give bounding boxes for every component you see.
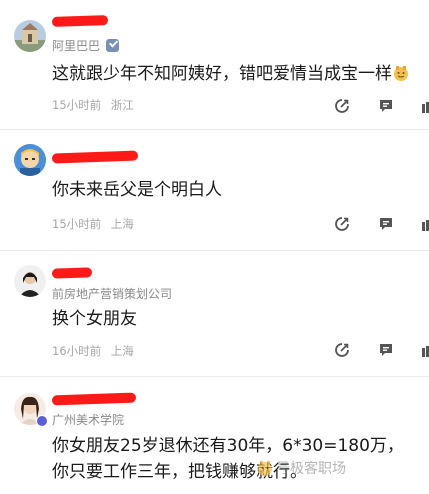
comment-item: 你未来岳父是个明白人 15小时前 上海	[0, 130, 429, 250]
comment-item: 前房地产营销策划公司 换个女朋友 16小时前 上海	[0, 251, 429, 376]
like-icon[interactable]	[422, 98, 429, 114]
watermark-text: 号极客职场	[276, 461, 346, 477]
comment-meta: 16小时前 上海	[52, 343, 134, 359]
organization-label: 阿里巴巴	[52, 39, 101, 53]
comment-item: 阿里巴巴 这就跟少年不知阿姨好，错吧爱情当成宝一样 15小时前 浙江	[0, 0, 429, 128]
like-icon[interactable]	[422, 216, 429, 232]
share-icon[interactable]	[334, 216, 350, 232]
username-redacted	[51, 15, 109, 27]
member-badge-icon	[36, 415, 48, 427]
comment-icon[interactable]	[378, 216, 394, 232]
comment-meta: 15小时前 浙江	[52, 97, 134, 113]
comment-text: 换个女朋友	[52, 306, 423, 333]
comment-location: 上海	[110, 217, 134, 231]
comment-text: 你未来岳父是个明白人	[52, 177, 423, 204]
user-organization: 前房地产营销策划公司	[52, 285, 172, 302]
watermark-logo-icon	[258, 461, 272, 476]
comment-text-content: 换个女朋友	[52, 309, 137, 329]
like-icon[interactable]	[422, 342, 429, 358]
user-organization: 阿里巴巴	[52, 37, 120, 54]
comment-location: 浙江	[110, 98, 134, 112]
comment-time: 15小时前	[52, 217, 102, 231]
comment-text: 你女朋友25岁退休还有30年，6*30=180万，	[52, 433, 423, 460]
comment-text-line-1: 你女朋友25岁退休还有30年，6*30=180万，	[52, 436, 404, 456]
organization-label: 前房地产营销策划公司	[52, 287, 173, 301]
emoji-icon	[394, 66, 408, 81]
comment-time: 15小时前	[52, 98, 102, 112]
comment-actions	[330, 216, 429, 232]
watermark: 号极客职场	[256, 458, 346, 478]
user-organization: 广州美术学院	[52, 411, 124, 428]
share-icon[interactable]	[334, 98, 350, 114]
comment-location: 上海	[110, 344, 134, 358]
username-redacted	[51, 150, 139, 164]
user-avatar[interactable]	[14, 265, 46, 297]
username-redacted	[51, 392, 137, 406]
username-redacted	[51, 267, 93, 279]
share-icon[interactable]	[334, 342, 350, 358]
comment-item: 广州美术学院 你女朋友25岁退休还有30年，6*30=180万， 你只要工作三年…	[0, 377, 429, 494]
comment-actions	[330, 342, 429, 358]
comment-text: 这就跟少年不知阿姨好，错吧爱情当成宝一样	[52, 61, 423, 88]
comment-text-content: 你未来岳父是个明白人	[52, 180, 222, 200]
comment-icon[interactable]	[378, 98, 394, 114]
comment-text-content: 这就跟少年不知阿姨好，错吧爱情当成宝一样	[52, 64, 392, 84]
comment-text: 你只要工作三年，把钱赚够就行。	[52, 459, 423, 486]
comment-meta: 15小时前 上海	[52, 216, 134, 232]
comment-time: 16小时前	[52, 344, 102, 358]
comment-actions	[330, 98, 429, 114]
user-avatar[interactable]	[14, 20, 46, 52]
verified-icon	[106, 39, 120, 52]
user-avatar[interactable]	[14, 144, 46, 176]
comment-icon[interactable]	[378, 342, 394, 358]
organization-label: 广州美术学院	[52, 413, 125, 427]
